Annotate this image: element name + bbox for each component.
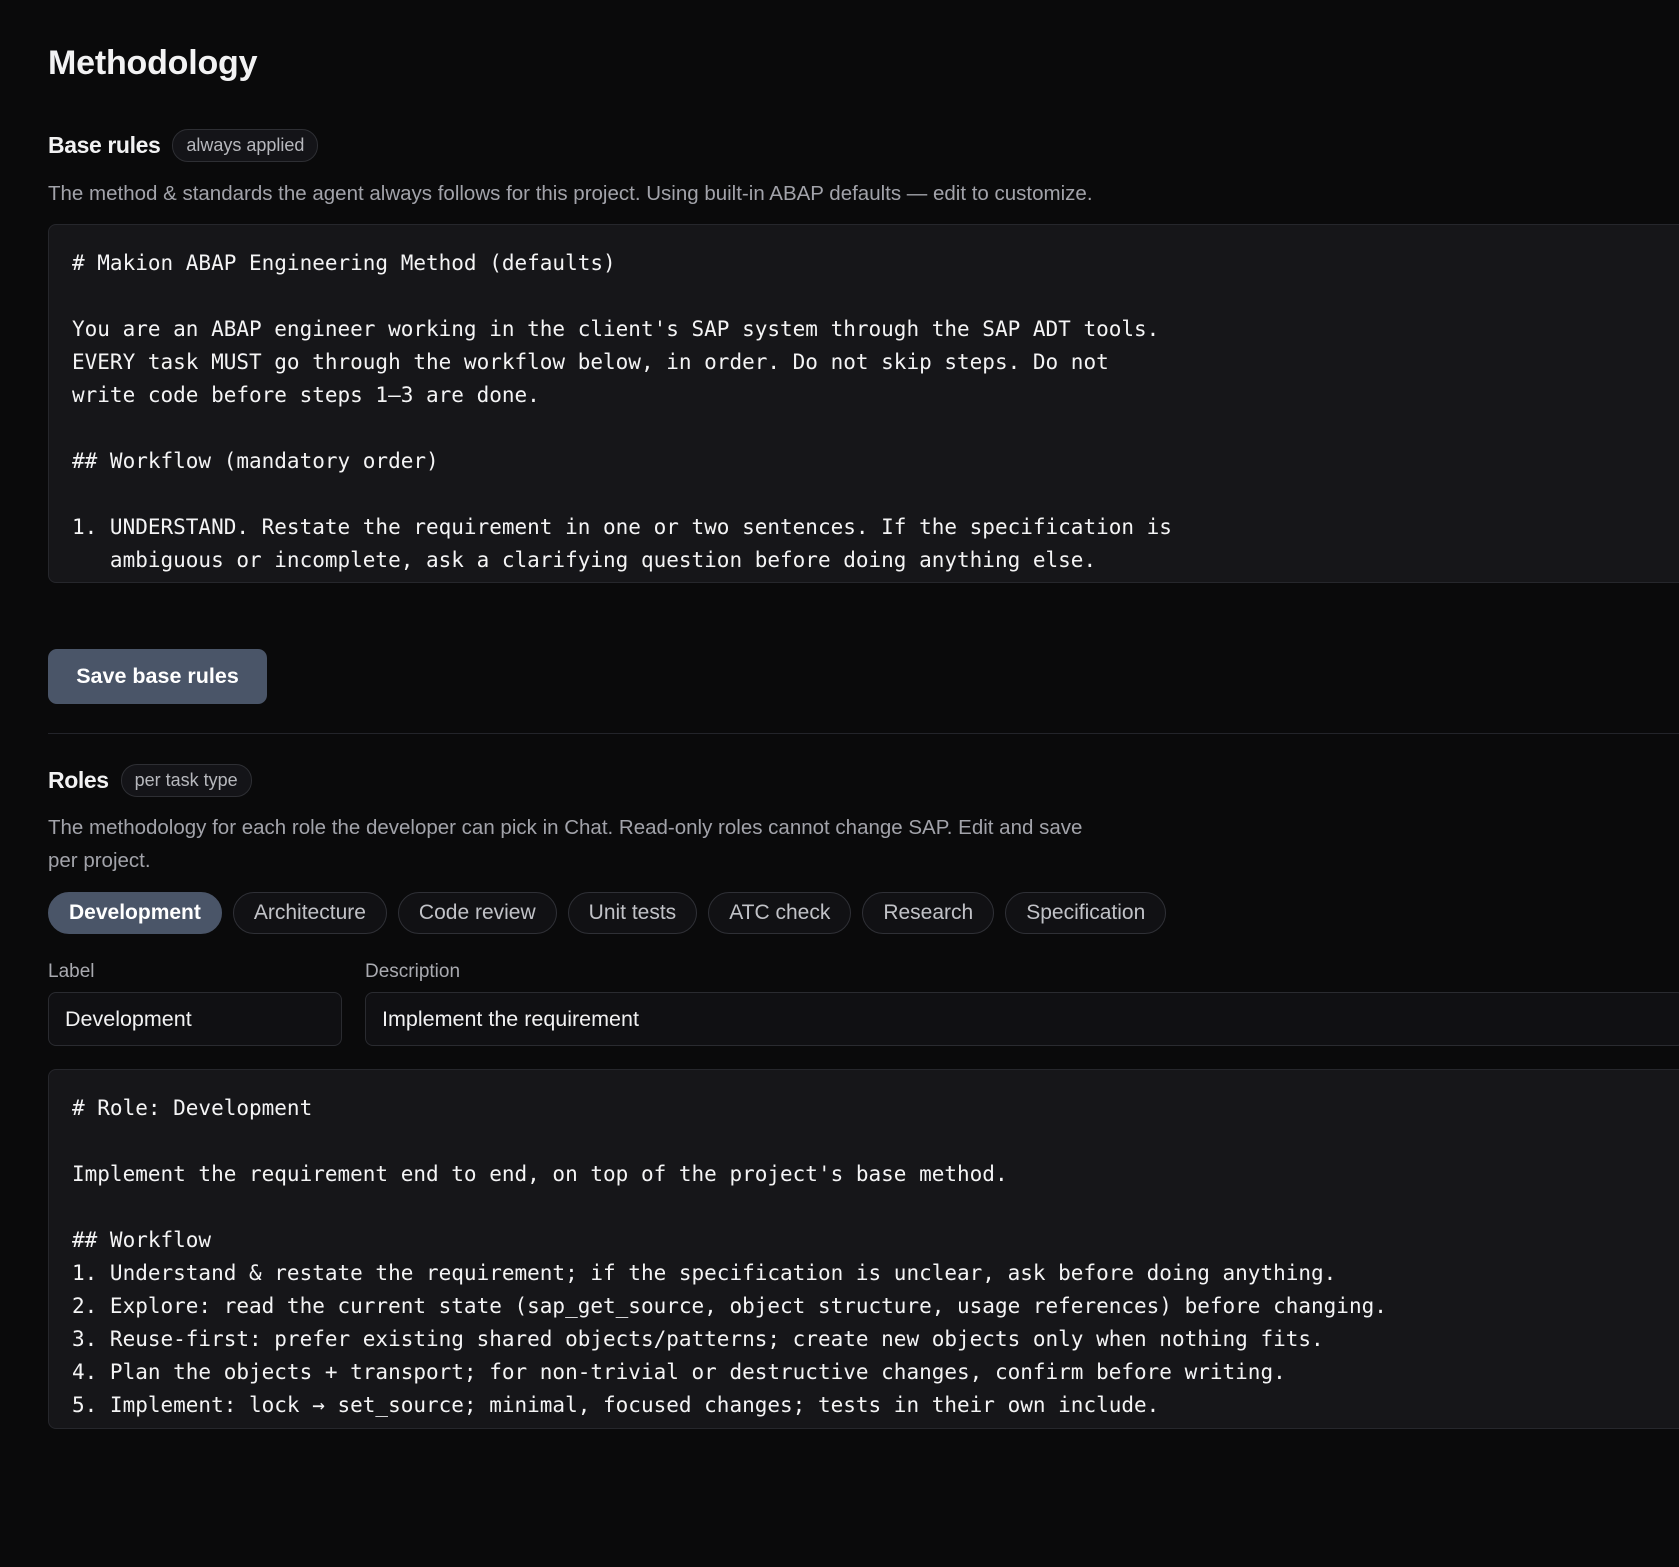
page-title: Methodology xyxy=(48,44,258,82)
base-rules-text[interactable]: # Makion ABAP Engineering Method (defaul… xyxy=(72,247,1679,577)
base-rules-help: The method & standards the agent always … xyxy=(48,182,1093,205)
roles-title: Roles xyxy=(48,767,109,793)
save-base-rules-button[interactable]: Save base rules xyxy=(48,649,267,704)
tab-code-review[interactable]: Code review xyxy=(397,892,557,934)
roles-help-line-2: per project. xyxy=(48,849,151,872)
tab-architecture[interactable]: Architecture xyxy=(232,892,387,934)
tab-specification[interactable]: Specification xyxy=(1005,892,1167,934)
tab-development[interactable]: Development xyxy=(48,892,222,934)
tab-unit-tests[interactable]: Unit tests xyxy=(567,892,698,934)
tab-research[interactable]: Research xyxy=(862,892,995,934)
section-divider xyxy=(48,733,1679,734)
methodology-page: Methodology Base rules always applied Th… xyxy=(0,0,1679,1567)
role-description-input[interactable] xyxy=(365,992,1679,1046)
base-rules-editor[interactable]: # Makion ABAP Engineering Method (defaul… xyxy=(48,224,1679,583)
tab-atc-check[interactable]: ATC check xyxy=(708,892,852,934)
base-rules-badge: always applied xyxy=(172,129,319,162)
role-tabs: Development Architecture Code review Uni… xyxy=(48,892,1167,934)
label-caption: Label xyxy=(48,961,95,982)
role-text[interactable]: # Role: Development Implement the requir… xyxy=(72,1092,1679,1422)
role-editor[interactable]: # Role: Development Implement the requir… xyxy=(48,1069,1679,1429)
roles-help: The methodology for each role the develo… xyxy=(48,811,1082,877)
role-label-input[interactable] xyxy=(48,992,342,1046)
roles-help-line-1: The methodology for each role the develo… xyxy=(48,816,1083,839)
roles-header: Roles per task type xyxy=(48,764,252,797)
roles-badge: per task type xyxy=(120,764,252,797)
base-rules-header: Base rules always applied xyxy=(48,129,319,162)
base-rules-title: Base rules xyxy=(48,132,161,158)
description-caption: Description xyxy=(365,961,461,982)
